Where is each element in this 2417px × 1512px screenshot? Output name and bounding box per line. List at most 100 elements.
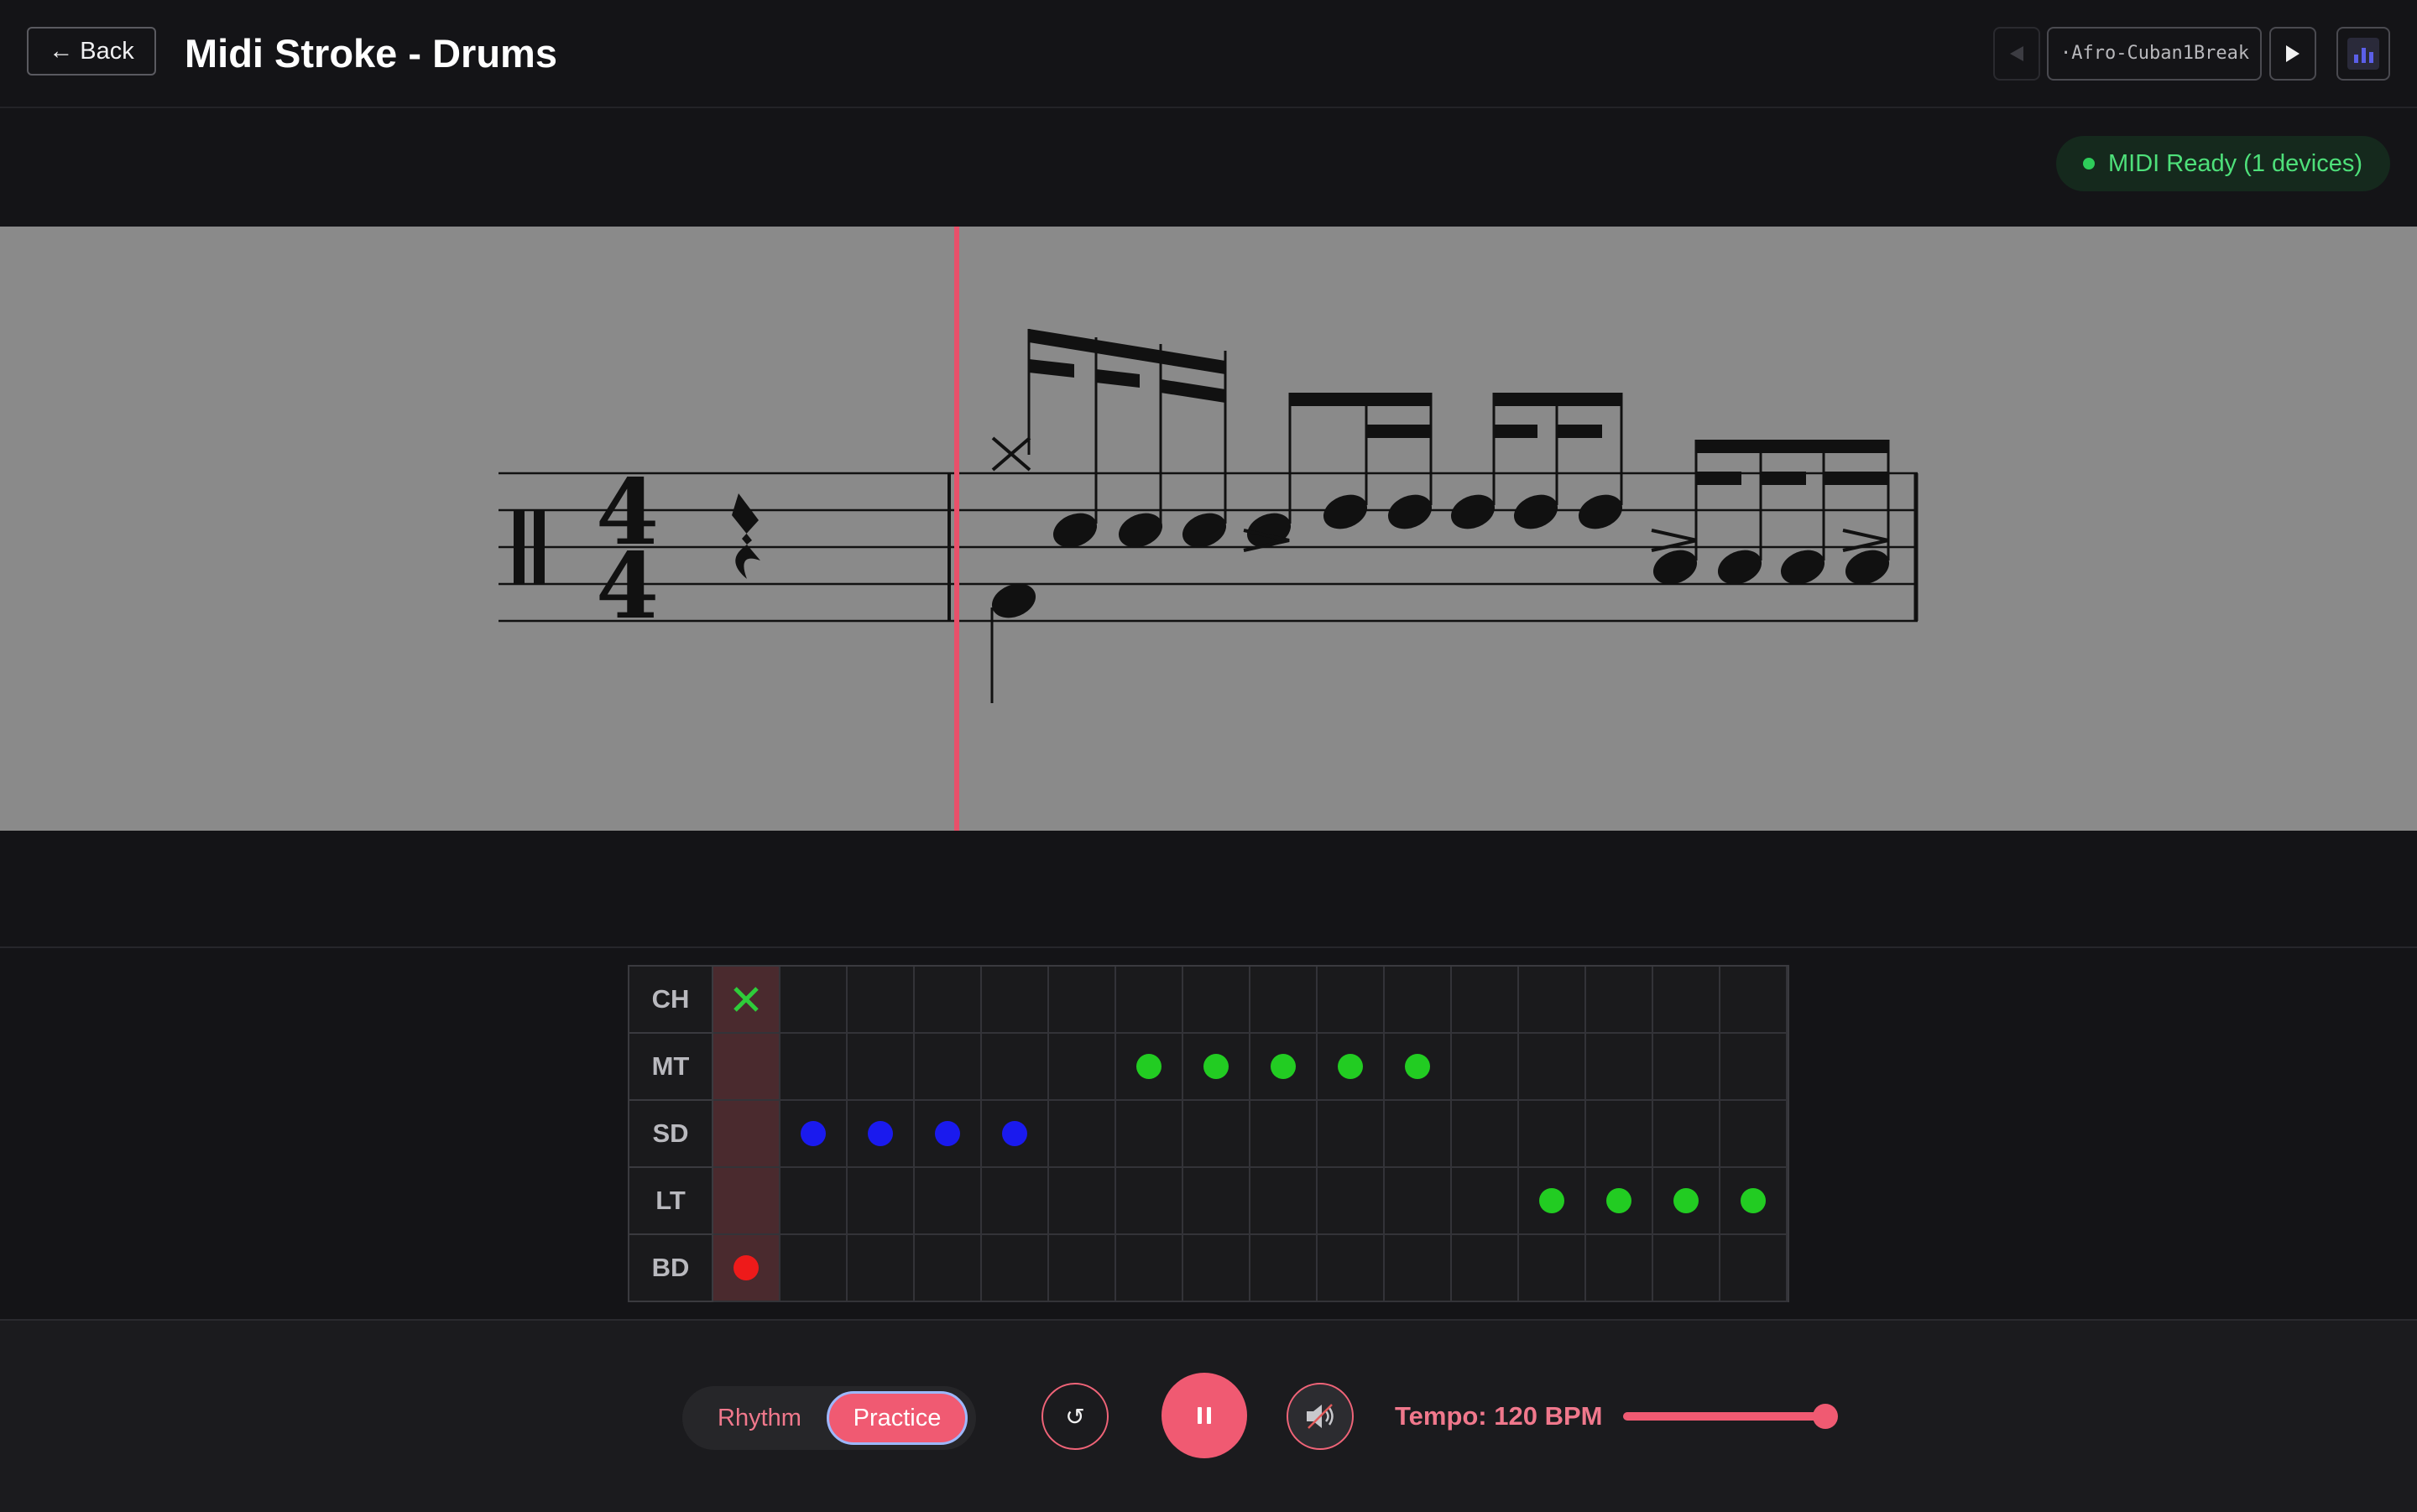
grid-cell[interactable] xyxy=(982,1168,1049,1235)
grid-cell[interactable] xyxy=(713,1168,780,1235)
grid-cell[interactable] xyxy=(982,1101,1049,1168)
grid-cell[interactable] xyxy=(1653,1235,1720,1302)
grid-cell[interactable] xyxy=(1116,1168,1183,1235)
grid-cell[interactable] xyxy=(1519,967,1586,1034)
grid-cell[interactable] xyxy=(982,1034,1049,1101)
restart-button[interactable]: ↺ xyxy=(1041,1383,1109,1450)
grid-cell[interactable] xyxy=(1385,1168,1452,1235)
grid-cell[interactable] xyxy=(1385,967,1452,1034)
grid-cell[interactable] xyxy=(1653,1034,1720,1101)
time-signature: 4 4 xyxy=(596,460,659,639)
grid-cell[interactable] xyxy=(1452,1034,1519,1101)
grid-cell[interactable] xyxy=(1653,967,1720,1034)
song-selector[interactable]: ·Afro-Cuban1Break xyxy=(2047,27,2262,81)
mute-button[interactable] xyxy=(1287,1383,1354,1450)
grid-cell[interactable] xyxy=(780,1168,848,1235)
grid-cell[interactable] xyxy=(1452,967,1519,1034)
grid-cell[interactable] xyxy=(1519,1034,1586,1101)
grid-cell[interactable] xyxy=(1183,1168,1250,1235)
pause-button[interactable] xyxy=(1162,1373,1247,1458)
grid-cell[interactable] xyxy=(1385,1235,1452,1302)
grid-cell[interactable] xyxy=(1452,1101,1519,1168)
grid-cell[interactable] xyxy=(1385,1101,1452,1168)
grid-cell[interactable] xyxy=(982,1235,1049,1302)
grid-row-mt: MT xyxy=(629,1034,1788,1101)
grid-cell[interactable] xyxy=(1720,1168,1788,1235)
mode-rhythm-button[interactable]: Rhythm xyxy=(692,1393,827,1443)
grid-cell[interactable] xyxy=(848,1101,915,1168)
grid-cell[interactable] xyxy=(1116,1034,1183,1101)
grid-cell[interactable] xyxy=(1116,967,1183,1034)
grid-cell[interactable] xyxy=(1049,1034,1116,1101)
grid-cell[interactable] xyxy=(848,1168,915,1235)
grid-cell[interactable] xyxy=(1720,1101,1788,1168)
grid-cell[interactable] xyxy=(1318,1235,1385,1302)
grid-cell[interactable] xyxy=(1049,1235,1116,1302)
grid-cell[interactable] xyxy=(1586,1168,1653,1235)
grid-cell[interactable] xyxy=(1318,967,1385,1034)
grid-cell[interactable] xyxy=(848,1034,915,1101)
grid-cell[interactable] xyxy=(915,1168,982,1235)
next-song-button[interactable] xyxy=(2269,27,2316,81)
mode-practice-button[interactable]: Practice xyxy=(827,1391,968,1445)
grid-cell[interactable] xyxy=(1519,1101,1586,1168)
grid-cell[interactable] xyxy=(1250,1235,1318,1302)
grid-cell[interactable] xyxy=(780,1101,848,1168)
grid-cell[interactable] xyxy=(1653,1101,1720,1168)
hit-dot xyxy=(1203,1054,1229,1079)
grid-cell[interactable] xyxy=(1586,967,1653,1034)
grid-cell[interactable] xyxy=(713,1101,780,1168)
grid-cell[interactable] xyxy=(1250,1168,1318,1235)
grid-cell[interactable] xyxy=(713,967,780,1034)
grid-cell[interactable] xyxy=(915,1235,982,1302)
note-group-4 xyxy=(1652,440,1890,585)
grid-cell[interactable] xyxy=(1049,967,1116,1034)
grid-cell[interactable] xyxy=(915,1101,982,1168)
grid-cell[interactable] xyxy=(1385,1034,1452,1101)
grid-cell[interactable] xyxy=(1452,1235,1519,1302)
grid-cell[interactable] xyxy=(1586,1034,1653,1101)
grid-cell[interactable] xyxy=(1318,1101,1385,1168)
grid-cell[interactable] xyxy=(1318,1168,1385,1235)
previous-song-button[interactable] xyxy=(1993,27,2040,81)
back-button[interactable]: ← Back xyxy=(27,27,156,76)
grid-cell[interactable] xyxy=(1653,1168,1720,1235)
instrument-label: LT xyxy=(629,1168,713,1235)
grid-cell[interactable] xyxy=(1586,1101,1653,1168)
grid-cell[interactable] xyxy=(1519,1235,1586,1302)
grid-cell[interactable] xyxy=(1183,1101,1250,1168)
grid-cell[interactable] xyxy=(713,1034,780,1101)
grid-cell[interactable] xyxy=(1452,1168,1519,1235)
grid-cell[interactable] xyxy=(1250,1101,1318,1168)
grid-cell[interactable] xyxy=(1049,1101,1116,1168)
grid-cell[interactable] xyxy=(1116,1235,1183,1302)
midi-status-text: MIDI Ready (1 devices) xyxy=(2108,149,2362,177)
grid-cell[interactable] xyxy=(1519,1168,1586,1235)
grid-cell[interactable] xyxy=(982,967,1049,1034)
grid-cell[interactable] xyxy=(1049,1168,1116,1235)
grid-cell[interactable] xyxy=(1720,1235,1788,1302)
grid-cell[interactable] xyxy=(915,967,982,1034)
grid-cell[interactable] xyxy=(915,1034,982,1101)
visualizer-button[interactable] xyxy=(2336,27,2390,81)
tempo-slider[interactable] xyxy=(1623,1404,1839,1429)
grid-cell[interactable] xyxy=(1720,967,1788,1034)
grid-cell[interactable] xyxy=(1183,967,1250,1034)
grid-cell[interactable] xyxy=(1183,1034,1250,1101)
hit-dot xyxy=(935,1121,960,1146)
grid-cell[interactable] xyxy=(1318,1034,1385,1101)
hit-dot xyxy=(733,1255,759,1280)
grid-cell[interactable] xyxy=(848,967,915,1034)
grid-cell[interactable] xyxy=(780,1034,848,1101)
grid-cell[interactable] xyxy=(1183,1235,1250,1302)
grid-cell[interactable] xyxy=(1586,1235,1653,1302)
grid-cell[interactable] xyxy=(1720,1034,1788,1101)
grid-cell[interactable] xyxy=(1116,1101,1183,1168)
grid-cell[interactable] xyxy=(1250,1034,1318,1101)
grid-cell[interactable] xyxy=(848,1235,915,1302)
grid-cell[interactable] xyxy=(1250,967,1318,1034)
grid-cell[interactable] xyxy=(713,1235,780,1302)
hit-dot xyxy=(801,1121,826,1146)
grid-cell[interactable] xyxy=(780,967,848,1034)
grid-cell[interactable] xyxy=(780,1235,848,1302)
